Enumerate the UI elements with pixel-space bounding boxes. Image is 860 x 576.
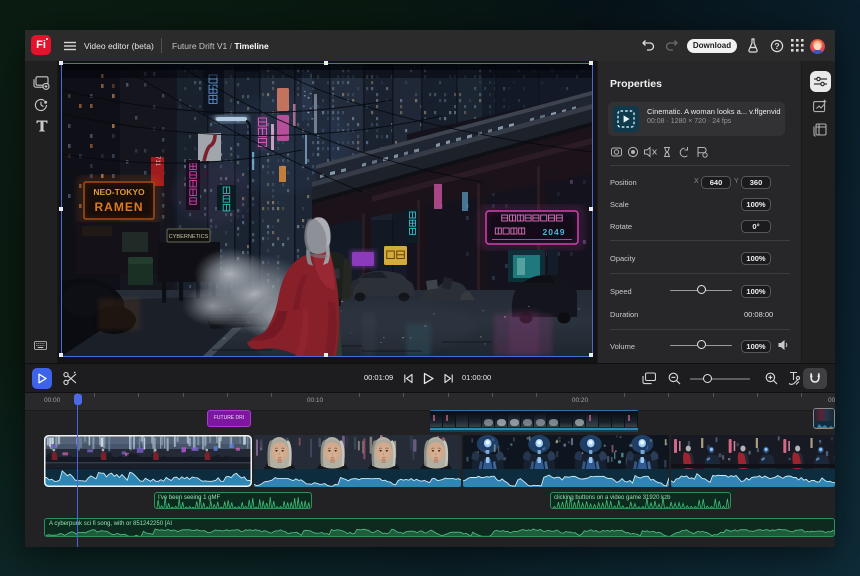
svg-text:?: ? <box>774 41 779 51</box>
